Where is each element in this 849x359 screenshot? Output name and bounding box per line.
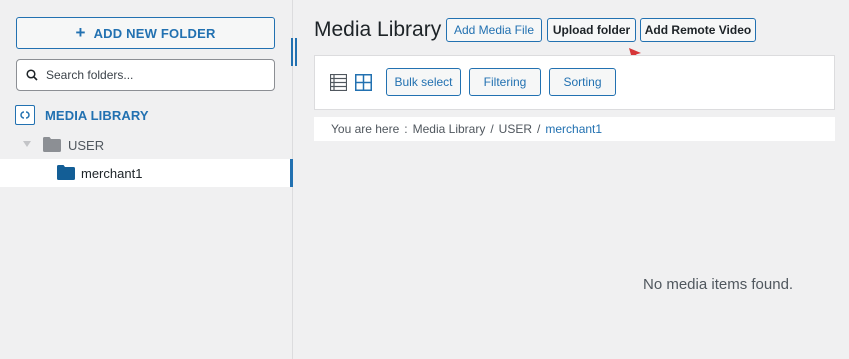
breadcrumb-separator: / (537, 122, 541, 136)
search-icon (26, 69, 38, 81)
filtering-button[interactable]: Filtering (469, 68, 541, 96)
empty-state-message: No media items found. (643, 276, 794, 293)
media-library-icon (15, 105, 35, 125)
resize-handle-bar (291, 38, 293, 66)
folder-icon (57, 165, 75, 180)
tree-item-user[interactable]: USER (0, 131, 293, 159)
upload-folder-button[interactable]: Upload folder (547, 18, 636, 42)
add-new-folder-label: ADD NEW FOLDER (93, 25, 216, 41)
breadcrumb-item-current: merchant1 (545, 122, 603, 136)
breadcrumb-prefix: You are here (331, 122, 400, 136)
add-remote-video-button[interactable]: Add Remote Video (640, 18, 756, 42)
folder-icon (43, 137, 61, 152)
breadcrumb-colon: : (404, 122, 408, 136)
sidebar-resize-handle[interactable] (290, 38, 298, 66)
add-new-folder-button[interactable]: + ADD NEW FOLDER (16, 17, 275, 49)
media-toolbar: Bulk select Filtering Sorting (314, 55, 835, 110)
add-media-file-button[interactable]: Add Media File (446, 18, 542, 42)
page-title: Media Library (314, 18, 442, 41)
tree-root-media-library[interactable]: MEDIA LIBRARY (15, 104, 149, 126)
tree-item-merchant1[interactable]: merchant1 (0, 159, 293, 187)
search-folders-input[interactable] (46, 68, 261, 82)
bulk-select-button[interactable]: Bulk select (386, 68, 461, 96)
plus-icon: + (75, 22, 86, 42)
search-folders-box (16, 59, 275, 91)
tree-root-label: MEDIA LIBRARY (45, 107, 149, 123)
grid-view-icon[interactable] (355, 74, 372, 91)
tree-item-label: USER (68, 138, 105, 153)
folder-sidebar: + ADD NEW FOLDER MEDIA LIBRARY USER (0, 0, 293, 359)
sorting-button[interactable]: Sorting (549, 68, 616, 96)
breadcrumb-separator: / (490, 122, 494, 136)
breadcrumb-item-user[interactable]: USER (499, 122, 532, 136)
breadcrumb: You are here : Media Library / USER / me… (314, 117, 835, 141)
breadcrumb-item-media-library[interactable]: Media Library (413, 122, 486, 136)
tree-item-label: merchant1 (81, 166, 143, 181)
resize-handle-bar (295, 38, 297, 66)
caret-down-icon[interactable] (23, 141, 31, 147)
list-view-icon[interactable] (330, 74, 347, 91)
